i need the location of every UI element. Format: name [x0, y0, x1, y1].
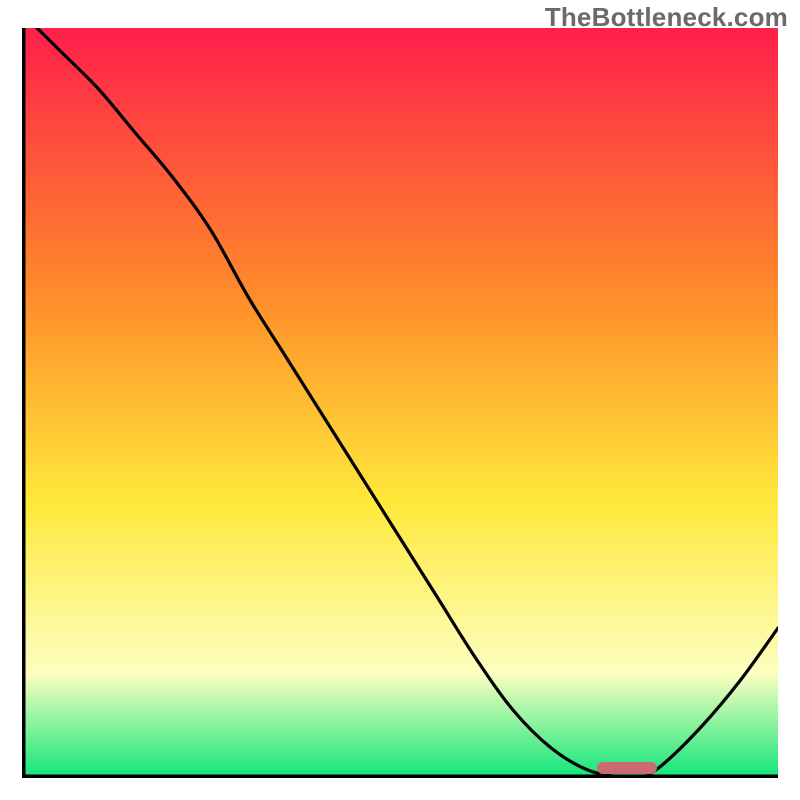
watermark-text: TheBottleneck.com	[545, 2, 788, 33]
bottleneck-curve	[22, 28, 778, 778]
curve-layer	[22, 28, 778, 778]
optimal-range-marker	[597, 762, 657, 774]
chart-container: TheBottleneck.com	[0, 0, 800, 800]
